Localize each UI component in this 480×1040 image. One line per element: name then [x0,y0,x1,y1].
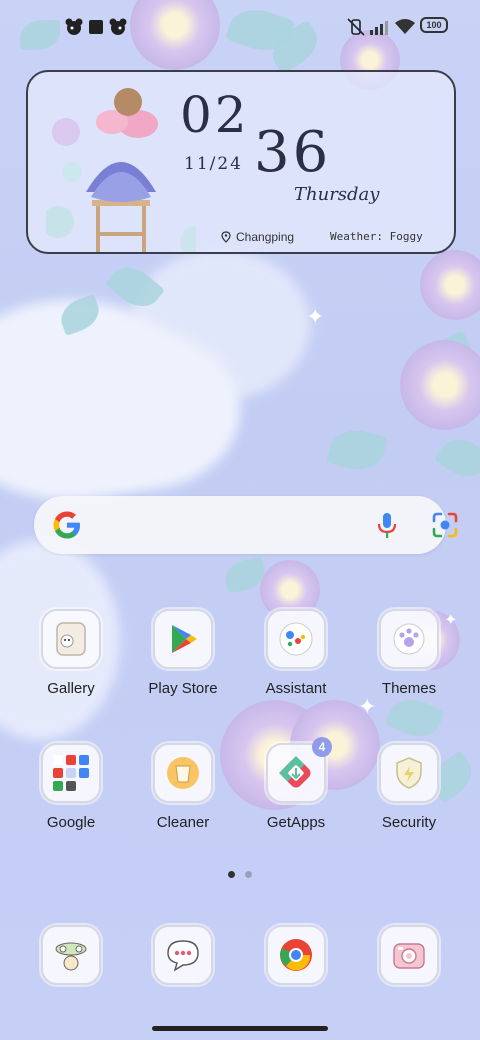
app-gallery[interactable]: Gallery [21,609,121,697]
clock-hour: 02 [180,86,250,144]
assistant-icon[interactable] [266,609,326,669]
weather-text: Weather: Foggy [330,230,423,243]
clock-widget[interactable]: 02 36 11/24 Thursday Changping Weather: … [26,70,456,254]
app-label: Assistant [265,680,327,697]
page-indicator [228,871,252,878]
camera-icon[interactable] [379,925,439,985]
app-label: Cleaner [156,814,210,831]
app-themes[interactable]: Themes [359,609,459,697]
gallery-icon[interactable] [41,609,101,669]
google-logo-icon [53,511,80,539]
location-text: Changping [236,230,295,244]
dock-messages[interactable] [133,925,233,985]
dock-chrome[interactable] [246,925,346,985]
google-search-bar[interactable] [34,496,458,554]
app-security[interactable]: Security [359,743,459,831]
play-store-icon[interactable] [153,609,213,669]
page-dot [245,871,252,878]
security-icon[interactable] [379,743,439,803]
google-folder-icon[interactable] [41,743,101,803]
square-icon [88,14,104,40]
battery-level: 100 [426,20,442,30]
clock-date: 11/24 [184,154,243,174]
wifi-icon [394,14,416,40]
clock-weekday: Thursday [294,184,380,205]
themes-icon[interactable] [379,609,439,669]
app-cleaner[interactable]: Cleaner [133,743,233,831]
app-label: GetApps [266,814,326,831]
getapps-icon[interactable]: 4 [266,737,332,803]
dock-phone[interactable] [21,925,121,985]
page-dot-active [228,871,235,878]
app-label: Play Store [148,680,218,697]
app-google-folder[interactable]: Google [21,743,121,831]
microphone-icon[interactable] [372,510,402,540]
app-label: Google [46,814,96,831]
gesture-navigation-bar[interactable] [152,1026,328,1031]
chrome-icon[interactable] [266,925,326,985]
app-getapps[interactable]: 4 GetApps [246,737,346,831]
battery-icon: 100 [420,17,448,33]
app-label: Gallery [47,680,95,697]
cleaner-icon[interactable] [153,743,213,803]
mouse-face-icon [108,14,128,40]
status-bar: 100 [0,14,480,42]
app-play-store[interactable]: Play Store [133,609,233,697]
app-assistant[interactable]: Assistant [246,609,346,697]
app-label: Security [381,814,437,831]
phone-icon[interactable] [41,925,101,985]
location-pin-icon [221,231,231,243]
app-label: Themes [381,680,437,697]
girl-illustration [46,88,196,252]
mouse-face-icon [64,14,84,40]
vibrate-off-icon [346,14,366,40]
messages-icon[interactable] [153,925,213,985]
clock-minute: 36 [254,120,332,185]
signal-icon [370,14,392,40]
lens-icon[interactable] [430,510,460,540]
notification-badge: 4 [312,737,332,757]
dock-camera[interactable] [359,925,459,985]
location: Changping [220,230,294,244]
